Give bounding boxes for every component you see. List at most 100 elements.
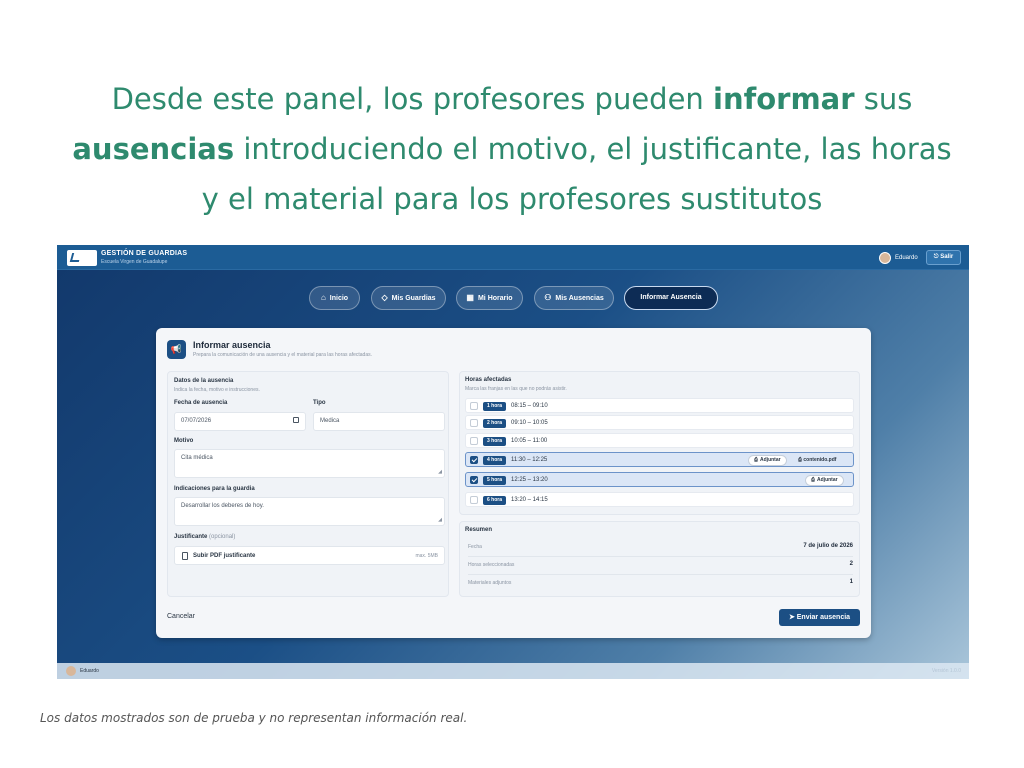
summary-materiales-label: Materiales adjuntos	[468, 580, 512, 586]
justificante-label: Justificante (opcional)	[174, 534, 235, 540]
justificante-optional: (opcional)	[209, 534, 236, 540]
hour-time: 12:25 – 13:20	[511, 477, 548, 483]
footer-user: Eduardo	[80, 668, 99, 674]
send-label: Enviar ausencia	[796, 614, 851, 621]
home-icon: ⌂	[320, 293, 326, 302]
logout-button[interactable]: ⎋ Salir	[926, 250, 961, 265]
app-subtitle: Escuela Virgen de Guadalupe	[101, 259, 168, 265]
paperclip-icon: ⎙	[754, 457, 759, 463]
logout-label: Salir	[940, 254, 954, 260]
nav-mis-ausencias-label: Mis Ausencias	[555, 295, 604, 302]
hour-badge: 4 hora	[483, 456, 506, 465]
motivo-textarea[interactable]: Cita médica ◢	[174, 449, 445, 478]
attached-file[interactable]: ⎙ contenido.pdf	[798, 457, 836, 463]
tipo-select[interactable]: Medica	[313, 412, 445, 431]
hour-checkbox[interactable]	[470, 496, 478, 504]
resumen-panel: Resumen Fecha 7 de julio de 2026 Horas s…	[459, 521, 860, 597]
hour-row[interactable]: 1 hora 08:15 – 09:10	[465, 398, 854, 413]
headline-text-2: sus	[854, 82, 913, 116]
summary-materiales-value: 1	[849, 579, 853, 585]
footer-bar: Eduardo Versión 1.0.0	[57, 663, 969, 679]
attach-button[interactable]: ⎙ Adjuntar	[805, 475, 844, 486]
resize-handle-icon[interactable]: ◢	[438, 469, 442, 475]
cancel-button[interactable]: Cancelar	[167, 608, 213, 625]
headline-text-1: Desde este panel, los profesores pueden	[111, 82, 714, 116]
summary-fecha-label: Fecha	[468, 544, 482, 550]
nav-mis-guardias[interactable]: ◇ Mis Guardias	[371, 286, 446, 310]
hour-checkbox-checked[interactable]	[470, 456, 478, 464]
divider	[468, 574, 853, 575]
upload-label: Subir PDF justificante	[193, 553, 256, 559]
headline: Desde este panel, los profesores pueden …	[60, 74, 964, 224]
app-screenshot: GESTIÓN DE GUARDIAS Escuela Virgen de Gu…	[57, 245, 969, 679]
hour-row[interactable]: 3 hora 10:05 – 11:00	[465, 433, 854, 448]
resumen-title: Resumen	[465, 527, 493, 533]
file-icon	[182, 552, 188, 560]
nav-informar-ausencia-label: Informar Ausencia	[640, 294, 702, 301]
upload-justificante[interactable]: Subir PDF justificante max. 5MB	[174, 546, 445, 565]
horas-subtitle: Marca las franjas en las que no podrás a…	[465, 386, 567, 392]
justificante-label-text: Justificante	[174, 534, 208, 540]
card-title: Informar ausencia	[193, 340, 271, 350]
horas-title: Horas afectadas	[465, 377, 512, 383]
hour-time: 13:20 – 14:15	[511, 497, 548, 503]
summary-horas-value: 2	[849, 561, 853, 567]
attach-button[interactable]: ⎙ Adjuntar	[748, 455, 787, 466]
horas-afectadas-panel: Horas afectadas Marca las franjas en las…	[459, 371, 860, 515]
indicaciones-label: Indicaciones para la guardia	[174, 486, 255, 492]
attach-label: Adjuntar	[760, 457, 781, 463]
hour-row-selected[interactable]: 5 hora 12:25 – 13:20 ⎙ Adjuntar	[465, 472, 854, 487]
disclaimer: Los datos mostrados son de prueba y no r…	[40, 711, 468, 725]
nav-mis-ausencias[interactable]: ⚇ Mis Ausencias	[534, 286, 614, 310]
nav-mi-horario-label: Mi Horario	[477, 295, 513, 302]
hour-checkbox[interactable]	[470, 437, 478, 445]
tipo-value: Medica	[320, 418, 340, 424]
headline-bold-ausencias: ausencias	[72, 132, 235, 166]
hour-time: 08:15 – 09:10	[511, 403, 548, 409]
datos-ausencia-panel: Datos de la ausencia Indica la fecha, mo…	[167, 371, 449, 597]
nav-informar-ausencia[interactable]: Informar Ausencia	[624, 286, 718, 310]
calendar-picker-icon[interactable]	[293, 417, 299, 423]
summary-row-materiales: Materiales adjuntos 1	[468, 578, 853, 590]
hour-checkbox-checked[interactable]	[470, 476, 478, 484]
headline-bold-informar: informar	[713, 82, 855, 116]
hour-badge: 3 hora	[483, 437, 506, 446]
attached-file-name: contenido.pdf	[803, 457, 837, 463]
summary-row-horas: Horas seleccionadas 2	[468, 560, 853, 572]
divider	[468, 556, 853, 557]
headline-text-3: introduciendo el motivo, el justificante…	[201, 132, 952, 216]
user-name: Eduardo	[895, 255, 918, 261]
hour-checkbox[interactable]	[470, 419, 478, 427]
send-icon: ➤	[788, 614, 797, 621]
tipo-label: Tipo	[313, 400, 326, 406]
users-icon: ⚇	[544, 293, 552, 302]
attach-label: Adjuntar	[817, 477, 838, 483]
user-avatar[interactable]	[879, 252, 891, 264]
fecha-input[interactable]: 07/07/2026	[174, 412, 306, 431]
hour-row-selected[interactable]: 4 hora 11:30 – 12:25 ⎙ Adjuntar ⎙ conteni…	[465, 452, 854, 467]
motivo-value: Cita médica	[181, 455, 213, 461]
nav-inicio-label: Inicio	[329, 295, 349, 302]
hour-row[interactable]: 2 hora 09:10 – 10:05	[465, 415, 854, 430]
motivo-label: Motivo	[174, 438, 194, 444]
summary-fecha-value: 7 de julio de 2026	[803, 543, 853, 549]
hour-checkbox[interactable]	[470, 402, 478, 410]
fecha-value: 07/07/2026	[181, 418, 212, 424]
send-button[interactable]: ➤ Enviar ausencia	[779, 609, 860, 626]
page: Desde este panel, los profesores pueden …	[0, 0, 1024, 768]
indicaciones-value: Desarrollar los deberes de hoy.	[181, 503, 264, 509]
nav-mi-horario[interactable]: ▦ Mi Horario	[456, 286, 523, 310]
hour-time: 09:10 – 10:05	[511, 420, 548, 426]
nav-mis-guardias-label: Mis Guardias	[391, 295, 436, 302]
summary-row-fecha: Fecha 7 de julio de 2026	[468, 542, 853, 554]
hour-row[interactable]: 6 hora 13:20 – 14:15	[465, 492, 854, 507]
top-bar: GESTIÓN DE GUARDIAS Escuela Virgen de Gu…	[57, 245, 969, 270]
app-title: GESTIÓN DE GUARDIAS	[101, 250, 188, 257]
indicaciones-textarea[interactable]: Desarrollar los deberes de hoy. ◢	[174, 497, 445, 526]
nav-inicio[interactable]: ⌂ Inicio	[309, 286, 360, 310]
summary-horas-label: Horas seleccionadas	[468, 562, 515, 568]
datos-subtitle: Indica la fecha, motivo e instrucciones.	[174, 387, 260, 393]
hour-time: 10:05 – 11:00	[511, 438, 548, 444]
resize-handle-icon[interactable]: ◢	[438, 517, 442, 523]
calendar-icon: ▦	[466, 293, 474, 302]
